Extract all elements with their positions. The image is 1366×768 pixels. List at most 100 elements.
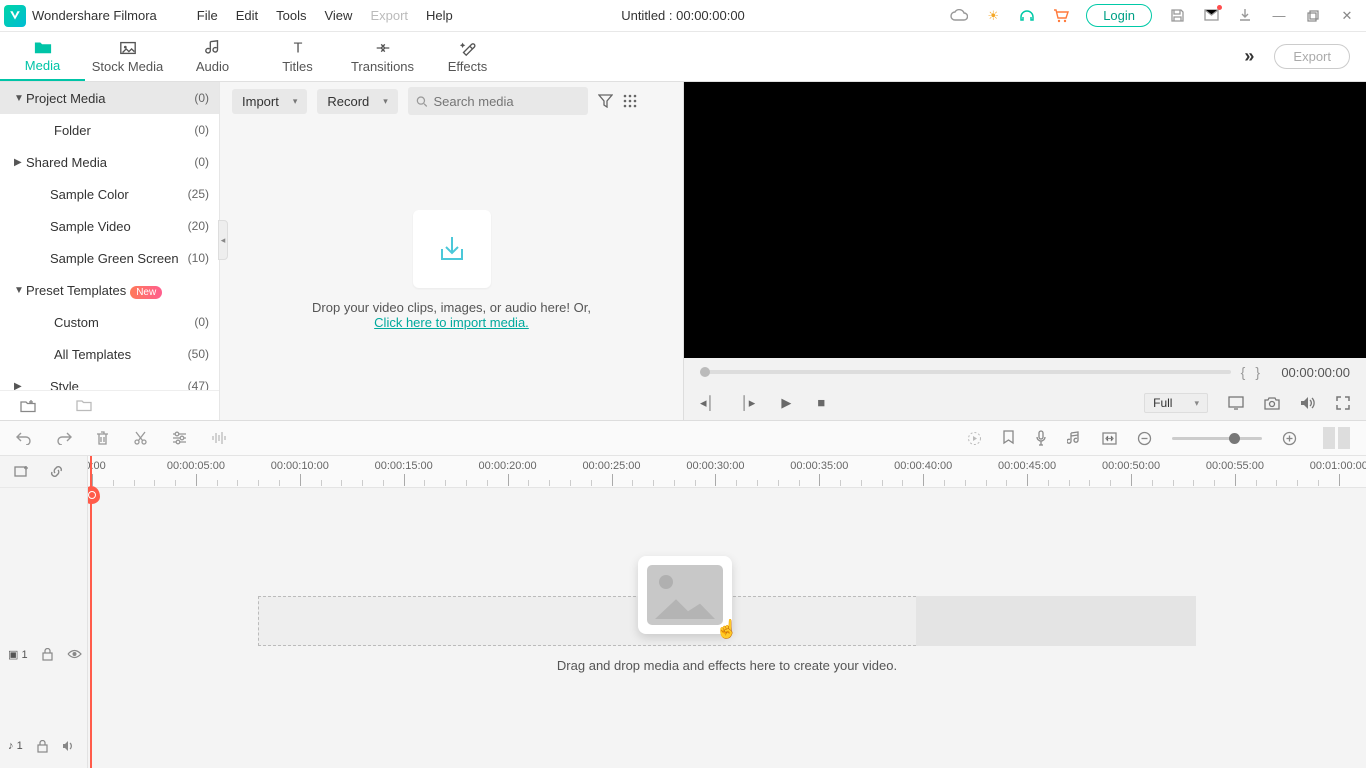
audio-edit-icon[interactable] xyxy=(211,431,226,445)
mark-in-icon[interactable]: { xyxy=(1241,364,1246,380)
render-icon[interactable] xyxy=(967,431,982,446)
zoom-out-icon[interactable] xyxy=(1137,431,1152,446)
adjust-icon[interactable] xyxy=(172,431,187,445)
preview-canvas[interactable] xyxy=(684,82,1366,358)
playhead[interactable] xyxy=(90,456,92,768)
menu-tools[interactable]: Tools xyxy=(276,8,306,23)
headset-icon[interactable] xyxy=(1018,7,1036,25)
play-icon[interactable]: ▶ xyxy=(781,395,791,411)
redo-icon[interactable] xyxy=(56,431,72,445)
menu-file[interactable]: File xyxy=(197,8,218,23)
layout-toggle[interactable] xyxy=(1323,427,1350,449)
sidebar-item-custom[interactable]: Custom(0) xyxy=(0,306,219,338)
track-add-icon[interactable] xyxy=(14,465,29,478)
sidebar-item-all-templates[interactable]: All Templates(50) xyxy=(0,338,219,370)
record-dropdown[interactable]: Record▾ xyxy=(317,89,397,114)
login-button[interactable]: Login xyxy=(1086,4,1152,27)
delete-icon[interactable] xyxy=(96,431,109,446)
audio-track-header[interactable]: ♪ 1 xyxy=(0,724,87,768)
speaker-icon[interactable] xyxy=(62,740,75,752)
new-badge: New xyxy=(130,286,162,299)
volume-icon[interactable] xyxy=(1300,396,1316,410)
sidebar-item-preset-templates[interactable]: ▼Preset TemplatesNew xyxy=(0,274,219,306)
download-icon[interactable] xyxy=(1236,7,1254,25)
search-input[interactable] xyxy=(433,94,579,109)
filter-icon[interactable] xyxy=(598,94,613,108)
sidebar-item-label: Shared Media xyxy=(26,155,194,170)
search-box[interactable] xyxy=(408,87,588,115)
more-tabs-icon[interactable]: » xyxy=(1244,46,1254,67)
marker-icon[interactable] xyxy=(1002,430,1015,446)
menu-bar: Wondershare Filmora File Edit Tools View… xyxy=(0,0,1366,32)
sidebar-item-sample-color[interactable]: Sample Color(25) xyxy=(0,178,219,210)
voiceover-icon[interactable] xyxy=(1035,430,1047,446)
sidebar-item-label: Sample Color xyxy=(26,187,188,202)
sidebar-item-label: Sample Green Screen xyxy=(26,251,188,266)
message-icon[interactable] xyxy=(1202,7,1220,25)
eye-icon[interactable] xyxy=(67,649,82,659)
tab-media[interactable]: Media xyxy=(0,32,85,81)
minimize-icon[interactable]: — xyxy=(1270,7,1288,25)
sidebar-item-label: Preset TemplatesNew xyxy=(26,283,209,298)
link-icon[interactable] xyxy=(49,464,64,479)
scrub-handle[interactable] xyxy=(700,367,710,377)
chevron-down-icon: ▼ xyxy=(14,285,26,296)
snapshot-icon[interactable] xyxy=(1264,397,1280,410)
tab-effects[interactable]: Effects xyxy=(425,32,510,81)
mixer-icon[interactable] xyxy=(1067,431,1082,446)
save-icon[interactable] xyxy=(1168,7,1186,25)
sidebar-item-label: Style xyxy=(26,379,188,391)
cart-icon[interactable] xyxy=(1052,7,1070,25)
quality-dropdown[interactable]: Full▾ xyxy=(1144,393,1208,413)
lightbulb-icon[interactable]: ☀ xyxy=(984,7,1002,25)
next-frame-icon[interactable]: │▸ xyxy=(741,395,756,411)
zoom-in-icon[interactable] xyxy=(1282,431,1297,446)
menu-help[interactable]: Help xyxy=(426,8,453,23)
undo-icon[interactable] xyxy=(16,431,32,445)
app-logo xyxy=(4,5,26,27)
grid-view-icon[interactable] xyxy=(623,94,637,108)
media-drop-zone[interactable]: Drop your video clips, images, or audio … xyxy=(220,120,683,420)
crop-icon[interactable] xyxy=(1102,432,1117,445)
cloud-icon[interactable] xyxy=(950,7,968,25)
import-dropdown[interactable]: Import▾ xyxy=(232,89,307,114)
sidebar-item-shared-media[interactable]: ▶Shared Media(0) xyxy=(0,146,219,178)
sidebar-item-sample-green-screen[interactable]: Sample Green Screen(10) xyxy=(0,242,219,274)
ruler-label: 00:00:55:00 xyxy=(1206,460,1264,472)
lock-icon[interactable] xyxy=(42,648,53,661)
tab-transitions[interactable]: Transitions xyxy=(340,32,425,81)
time-ruler[interactable]: 00:0000:00:05:0000:00:10:0000:00:15:0000… xyxy=(88,456,1366,488)
menu-view[interactable]: View xyxy=(324,8,352,23)
sidebar-item-project-media[interactable]: ▼Project Media(0) xyxy=(0,82,219,114)
export-button[interactable]: Export xyxy=(1274,44,1350,69)
sidebar-item-sample-video[interactable]: Sample Video(20) xyxy=(0,210,219,242)
display-icon[interactable] xyxy=(1228,396,1244,410)
menu-edit[interactable]: Edit xyxy=(236,8,258,23)
stop-icon[interactable]: ■ xyxy=(817,395,825,411)
import-link[interactable]: Click here to import media. xyxy=(374,315,529,330)
sidebar-item-count: (20) xyxy=(188,219,209,233)
track-area[interactable]: 00:0000:00:05:0000:00:10:0000:00:15:0000… xyxy=(88,456,1366,768)
tab-titles[interactable]: T Titles xyxy=(255,32,340,81)
fullscreen-icon[interactable] xyxy=(1336,396,1350,410)
scrub-track[interactable] xyxy=(700,370,1231,374)
close-icon[interactable]: ✕ xyxy=(1338,7,1356,25)
mark-out-icon[interactable]: } xyxy=(1255,364,1260,380)
prev-frame-icon[interactable]: ◂│ xyxy=(700,395,715,411)
menu-export[interactable]: Export xyxy=(370,8,408,23)
lock-icon[interactable] xyxy=(37,740,48,753)
video-track-header[interactable]: ▣ 1 xyxy=(0,632,87,676)
folder-icon[interactable] xyxy=(76,399,92,412)
tab-stock-media[interactable]: Stock Media xyxy=(85,32,170,81)
chevron-down-icon: ▼ xyxy=(14,93,26,104)
zoom-slider[interactable] xyxy=(1172,437,1262,440)
sidebar-item-style[interactable]: ▶Style(47) xyxy=(0,370,219,390)
new-folder-icon[interactable] xyxy=(20,399,36,413)
sidebar-item-folder[interactable]: Folder(0) xyxy=(0,114,219,146)
cut-icon[interactable] xyxy=(133,431,148,446)
drop-media-thumbnail: ☝ xyxy=(638,556,732,634)
maximize-icon[interactable] xyxy=(1304,7,1322,25)
sidebar-collapse-handle[interactable]: ◂ xyxy=(218,220,228,260)
import-media-icon xyxy=(413,210,491,288)
tab-audio[interactable]: Audio xyxy=(170,32,255,81)
